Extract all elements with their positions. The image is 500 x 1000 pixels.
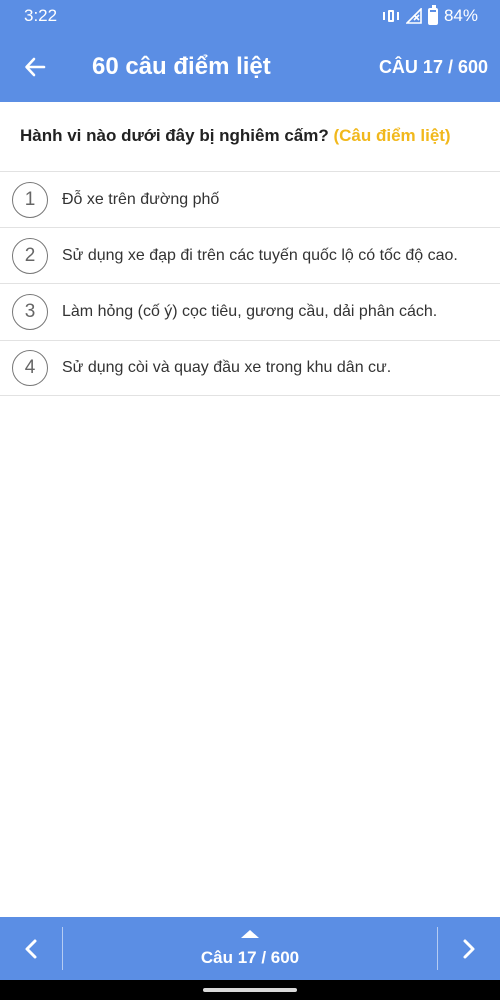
bottom-navigation: Câu 17 / 600 <box>0 917 500 980</box>
question-picker-button[interactable]: Câu 17 / 600 <box>63 917 437 980</box>
status-icons: 84% <box>382 4 478 26</box>
next-question-button[interactable] <box>438 917 500 980</box>
answer-text: Sử dụng xe đạp đi trên các tuyến quốc lộ… <box>62 246 458 264</box>
answer-number-badge: 4 <box>12 350 48 386</box>
answer-option-4[interactable]: 4 Sử dụng còi và quay đầu xe trong khu d… <box>0 341 500 396</box>
status-bar: 3:22 84% <box>0 0 500 32</box>
battery-icon <box>427 4 438 25</box>
app-bar: 60 câu điểm liệt CÂU 17 / 600 <box>0 32 500 102</box>
battery-percent: 84% <box>443 6 478 25</box>
chevron-right-icon <box>463 939 475 958</box>
answer-option-3[interactable]: 3 Làm hỏng (cố ý) cọc tiêu, gương cầu, d… <box>0 284 500 341</box>
question-counter: CÂU 17 / 600 <box>378 56 488 77</box>
system-gesture-bar <box>0 980 500 1000</box>
bottom-question-counter: Câu 17 / 600 <box>200 947 300 967</box>
answer-option-2[interactable]: 2 Sử dụng xe đạp đi trên các tuyến quốc … <box>0 228 500 284</box>
answer-text: Làm hỏng (cố ý) cọc tiêu, gương cầu, dải… <box>62 303 438 320</box>
answer-number-badge: 3 <box>12 294 48 330</box>
status-time: 3:22 <box>24 6 58 25</box>
question: Hành vi nào dưới đây bị nghiêm cấm? (Câu… <box>0 102 500 172</box>
answer-option-1[interactable]: 1 Đỗ xe trên đường phố <box>0 172 500 228</box>
answer-text: Sử dụng còi và quay đầu xe trong khu dân… <box>62 359 392 376</box>
back-button[interactable] <box>0 32 70 102</box>
answer-list: 1 Đỗ xe trên đường phố 2 Sử dụng xe đạp … <box>0 172 500 396</box>
caret-up-icon <box>241 929 259 938</box>
answer-text: Đỗ xe trên đường phố <box>62 190 220 208</box>
page-title: 60 câu điểm liệt <box>92 53 271 80</box>
answer-number-badge: 1 <box>12 181 48 218</box>
answer-number-badge: 2 <box>12 237 48 274</box>
question-tag: (Câu điểm liệt) <box>333 126 451 145</box>
prev-question-button[interactable] <box>0 917 62 980</box>
home-gesture-handle[interactable] <box>203 988 297 992</box>
chevron-left-icon <box>25 939 37 958</box>
vibrate-icon <box>382 9 400 23</box>
question-text: Hành vi nào dưới đây bị nghiêm cấm? <box>20 126 329 145</box>
arrow-left-icon <box>25 57 46 77</box>
signal-icon <box>405 8 422 24</box>
